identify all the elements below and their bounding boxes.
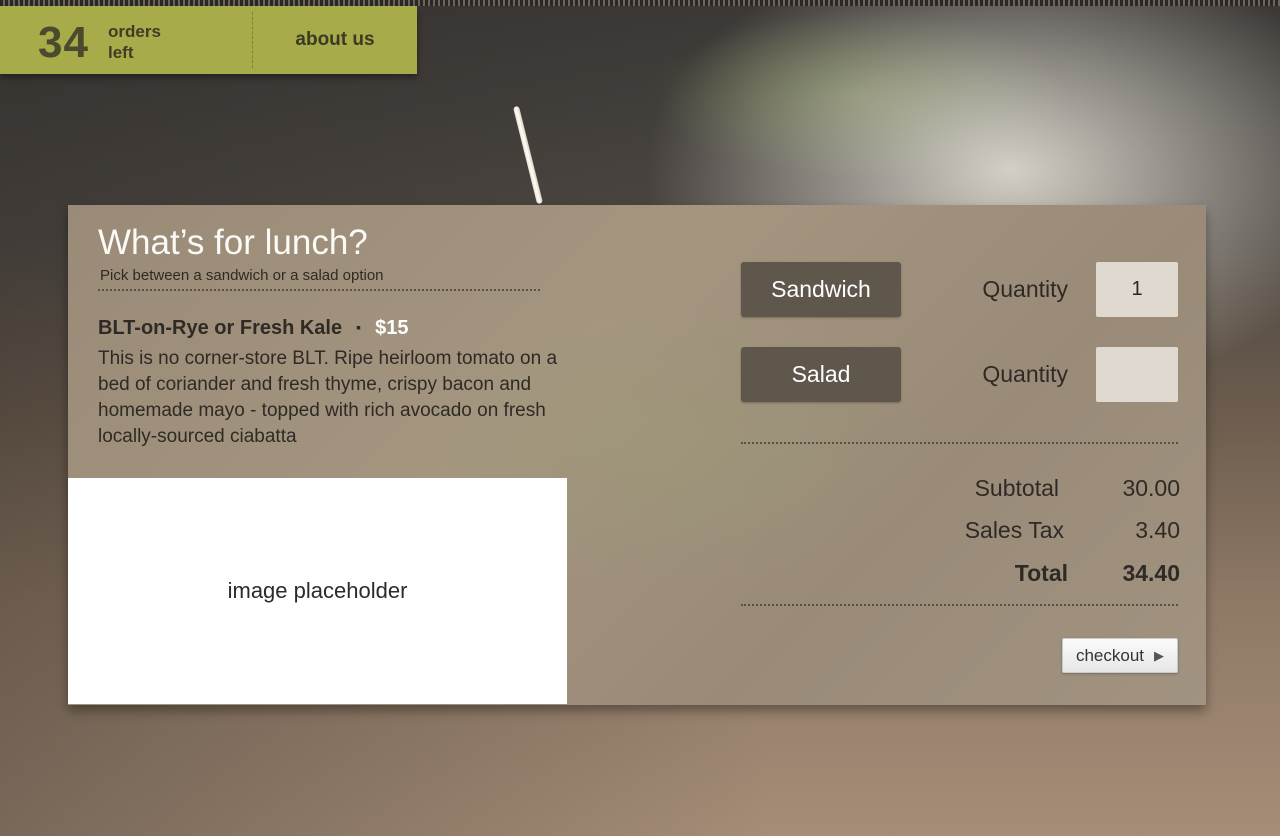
order-panel: What’s for lunch? Pick between a sandwic…	[68, 205, 1206, 705]
sales-tax-label: Sales Tax	[964, 517, 1064, 543]
page-subtitle: Pick between a sandwich or a salad optio…	[100, 267, 384, 284]
orders-left-label: orders left	[108, 21, 188, 63]
play-arrow-icon: ▶	[1154, 647, 1165, 663]
subtotal-value: 30.00	[1122, 475, 1180, 501]
item-name: BLT-on-Rye or Fresh Kale	[98, 317, 343, 339]
orders-left-counter: 34 orders left	[0, 6, 252, 74]
salad-quantity-input[interactable]	[1096, 347, 1178, 402]
orders-label-line-2: left	[108, 43, 134, 62]
orders-count: 34	[38, 18, 89, 67]
sandwich-quantity-input[interactable]	[1096, 262, 1178, 317]
sandwich-button[interactable]: Sandwich	[741, 262, 901, 317]
page-title: What’s for lunch?	[98, 223, 368, 262]
image-placeholder: image placeholder	[68, 478, 567, 704]
sales-tax-value: 3.40	[1135, 517, 1180, 543]
total-value: 34.40	[1122, 560, 1180, 586]
checkout-button[interactable]: checkout ▶	[1062, 638, 1178, 673]
total-label: Total	[1014, 560, 1068, 586]
checkout-label: checkout	[1075, 645, 1145, 665]
item-description: This is no corner-store BLT. Ripe heirlo…	[98, 348, 558, 447]
salad-quantity-label: Quantity	[982, 361, 1068, 387]
sandwich-quantity-label: Quantity	[982, 276, 1068, 302]
orders-label-line-1: orders	[108, 22, 161, 41]
about-us-link[interactable]: about us	[253, 6, 417, 74]
summary-divider-bottom	[741, 604, 1178, 606]
item-heading: BLT-on-Rye or Fresh Kale ▪ $15	[98, 317, 408, 340]
subtotal-label: Subtotal	[974, 475, 1059, 501]
top-bar: 34 orders left about us	[0, 6, 417, 74]
title-divider	[98, 289, 540, 291]
summary-divider-top	[741, 442, 1178, 444]
bullet-separator: ▪	[356, 319, 362, 335]
salad-button[interactable]: Salad	[741, 347, 901, 402]
item-price: $15	[375, 317, 409, 339]
image-placeholder-label: image placeholder	[227, 578, 408, 603]
